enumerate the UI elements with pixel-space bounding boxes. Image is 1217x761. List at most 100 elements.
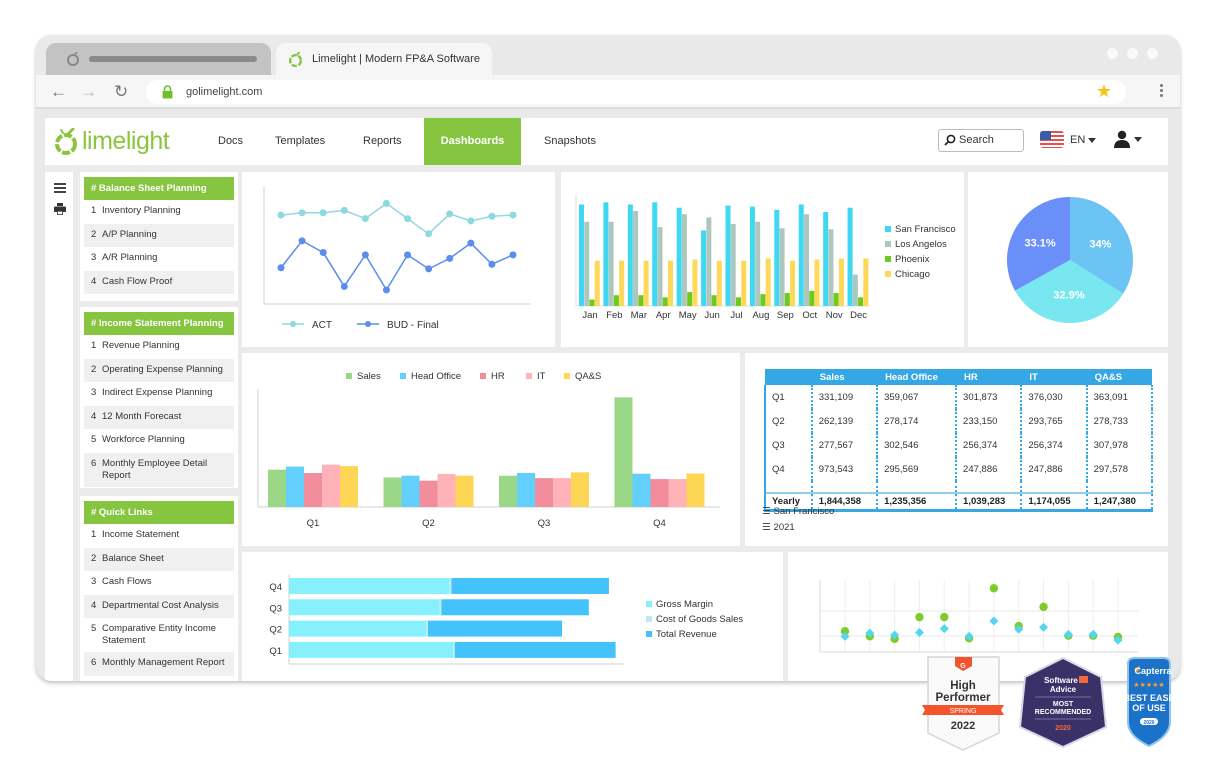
table-cell[interactable]: 295,569: [876, 457, 957, 481]
browser-tab-active[interactable]: Limelight | Modern FP&A Software: [276, 43, 492, 75]
item-number: 2: [91, 552, 97, 564]
table-cell[interactable]: 302,546: [876, 433, 957, 457]
row-label[interactable]: Q3: [764, 433, 812, 457]
menu-item-departmental-cost-analysis[interactable]: 4 Departmental Cost Analysis: [84, 594, 234, 618]
data-point: [382, 286, 390, 294]
table-cell[interactable]: 973,543: [810, 457, 878, 481]
table-cell[interactable]: 307,978: [1085, 433, 1154, 457]
language-selector[interactable]: EN: [1070, 134, 1097, 146]
nav-snapshots[interactable]: Snapshots: [544, 118, 596, 165]
legend-label: San Francisco: [895, 224, 956, 235]
nav-dashboards[interactable]: Dashboards: [424, 118, 521, 165]
badge-text: RECOMMENDED: [1035, 709, 1091, 716]
menu-item-monthly-employee-detail-report[interactable]: 6 Monthly Employee Detail Report: [84, 452, 234, 487]
user-menu[interactable]: [1113, 130, 1142, 148]
limelight-logo-icon: [67, 52, 79, 66]
menu-item-revenue-planning[interactable]: 1 Revenue Planning: [84, 335, 234, 359]
bar-sales: [499, 475, 517, 507]
filter-location[interactable]: ☰ San Francisco: [762, 506, 834, 517]
table-cell[interactable]: 247,886: [955, 457, 1022, 481]
menu-item-ap-planning[interactable]: 2 A/P Planning: [84, 223, 234, 247]
bar-total-revenue: [454, 641, 616, 658]
total-cell[interactable]: 1,039,283: [955, 492, 1022, 512]
table-cell[interactable]: 278,733: [1085, 409, 1154, 433]
scatter-point-circle: [940, 612, 949, 622]
us-flag-icon[interactable]: [1040, 131, 1064, 148]
menu-item-cash-flows[interactable]: 3 Cash Flows: [84, 571, 234, 595]
menu-item-ar-planning[interactable]: 3 A/R Planning: [84, 247, 234, 271]
window-dot[interactable]: [1147, 48, 1158, 59]
column-header[interactable]: IT: [1021, 369, 1087, 385]
table-cell[interactable]: 359,067: [876, 385, 957, 409]
menu-item-income-statement[interactable]: 1 Income Statement: [84, 524, 234, 548]
table-cell[interactable]: 256,374: [1020, 433, 1087, 457]
menu-item-monthly-management-report[interactable]: 6 Monthly Management Report: [84, 652, 234, 676]
table-cell[interactable]: 256,374: [955, 433, 1022, 457]
menu-item-operating-expense-planning[interactable]: 2 Operating Expense Planning: [84, 358, 234, 382]
reload-button[interactable]: ↻: [114, 83, 128, 100]
search-button[interactable]: Search: [938, 129, 1024, 152]
printer-icon[interactable]: [54, 203, 66, 215]
total-cell[interactable]: 1,174,055: [1020, 492, 1087, 512]
menu-item-inventory-planning[interactable]: 1 Inventory Planning: [84, 200, 234, 224]
total-cell[interactable]: 1,235,356: [876, 492, 957, 512]
column-header[interactable]: Head Office: [877, 369, 957, 385]
table-cell[interactable]: 293,765: [1020, 409, 1087, 433]
total-cell[interactable]: 1,247,380: [1085, 492, 1154, 512]
scatter-chart: [819, 580, 1138, 653]
bar-chicago: [790, 260, 796, 306]
slice-label: 32.9%: [1053, 290, 1084, 302]
table-cell[interactable]: 262,139: [810, 409, 878, 433]
table-cell[interactable]: 278,174: [876, 409, 957, 433]
column-header[interactable]: Sales: [811, 369, 878, 385]
table-cell[interactable]: 297,578: [1085, 457, 1154, 481]
bar-chicago: [668, 260, 673, 306]
row-label[interactable]: Q4: [764, 457, 812, 481]
bar-san-francisco: [652, 202, 658, 306]
line-chart-card: ACT BUD - Final: [242, 172, 555, 347]
table-cell[interactable]: 277,567: [810, 433, 878, 457]
row-label[interactable]: Q2: [764, 409, 812, 433]
forward-button[interactable]: →: [80, 83, 97, 100]
back-button[interactable]: ←: [50, 83, 67, 100]
browser-menu-icon[interactable]: [1160, 84, 1164, 99]
menu-item-indirect-expense-planning[interactable]: 3 Indirect Expense Planning: [84, 382, 234, 406]
menu-item-12-month-forecast[interactable]: 4 12 Month Forecast: [84, 405, 234, 429]
bar-phoenix: [662, 297, 668, 306]
table-cell[interactable]: 247,886: [1020, 457, 1087, 481]
scatter-point-circle: [1039, 602, 1048, 612]
table-cell[interactable]: 301,873: [955, 385, 1022, 409]
nav-docs[interactable]: Docs: [218, 118, 243, 165]
menu-item-cash-flow-proof[interactable]: 4 Cash Flow Proof: [84, 270, 234, 294]
window-dot[interactable]: [1107, 48, 1118, 59]
nav-templates[interactable]: Templates: [275, 118, 325, 165]
table-cell[interactable]: 331,109: [810, 385, 878, 409]
limelight-logo[interactable]: limelight: [54, 127, 170, 156]
bookmark-star-icon[interactable]: ★: [1096, 81, 1112, 102]
filter-year[interactable]: ☰ 2021: [762, 522, 795, 533]
window-dot[interactable]: [1127, 48, 1138, 59]
legend-label: Phoenix: [895, 254, 930, 265]
browser-tab-inactive[interactable]: [46, 43, 271, 75]
item-label: Departmental Cost Analysis: [102, 599, 219, 611]
bar-it: [437, 473, 456, 507]
item-label: A/P Planning: [102, 228, 157, 240]
data-point: [319, 249, 327, 257]
menu-item-comparative-entity-income-statement[interactable]: 5 Comparative Entity Income Statement: [84, 618, 234, 652]
menu-item-balance-sheet[interactable]: 2 Balance Sheet: [84, 547, 234, 571]
column-header[interactable]: [765, 369, 812, 385]
column-header[interactable]: QA&S: [1086, 369, 1152, 385]
row-label[interactable]: Q1: [764, 385, 812, 409]
bar-qa-s: [455, 475, 474, 507]
bar-sales: [383, 477, 402, 507]
legend-swatch: [885, 256, 891, 262]
table-cell[interactable]: 233,150: [955, 409, 1022, 433]
column-header[interactable]: HR: [956, 369, 1022, 385]
hamburger-menu-icon[interactable]: [54, 183, 66, 195]
menu-item-workforce-planning[interactable]: 5 Workforce Planning: [84, 429, 234, 453]
table-cell[interactable]: 376,030: [1020, 385, 1087, 409]
url-field[interactable]: golimelight.com ★: [146, 80, 1126, 104]
table-cell[interactable]: 363,091: [1085, 385, 1154, 409]
data-point: [467, 239, 475, 247]
nav-reports[interactable]: Reports: [363, 118, 402, 165]
